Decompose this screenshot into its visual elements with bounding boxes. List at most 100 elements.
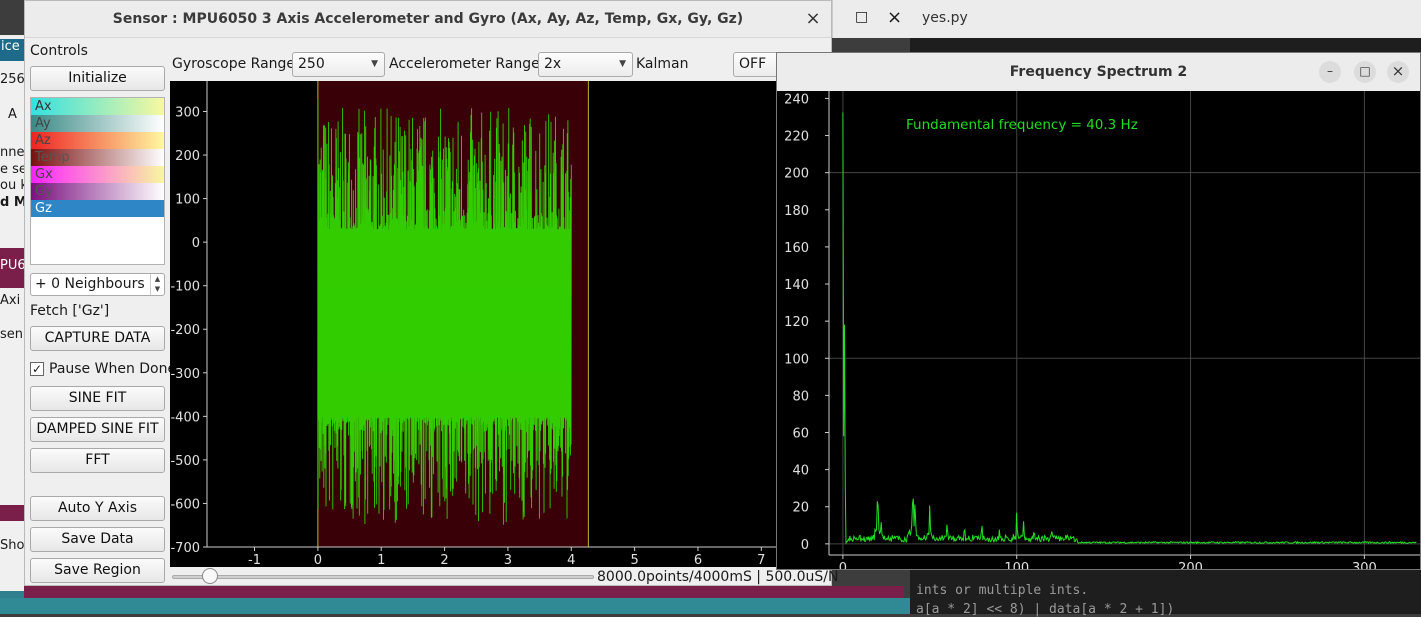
- damped-sine-fit-button[interactable]: DAMPED SINE FIT: [30, 417, 165, 442]
- spin-arrows-icon[interactable]: ▲ ▼: [150, 274, 164, 295]
- y-tick-label: 0: [192, 236, 200, 251]
- y-tick-label: 240: [784, 92, 809, 107]
- code-line: ints or multiple ints.: [916, 583, 1089, 598]
- title-bar[interactable]: Sensor : MPU6050 3 Axis Accelerometer an…: [25, 1, 831, 38]
- y-tick-label: -600: [170, 497, 200, 512]
- fragment-text: PU6: [0, 248, 25, 288]
- fft-button[interactable]: FFT: [30, 448, 165, 473]
- capture-data-button[interactable]: CAPTURE DATA: [30, 326, 165, 351]
- y-tick-label: 160: [784, 241, 809, 256]
- window-title: Sensor : MPU6050 3 Axis Accelerometer an…: [112, 11, 744, 27]
- controls-label: Controls: [30, 43, 88, 59]
- background-window-fragment: ice 256 A nnec e ser ou k d Ma PU6 Axi s…: [0, 35, 25, 614]
- y-tick-label: 0: [801, 538, 809, 553]
- x-tick-label: 3: [504, 553, 512, 567]
- save-region-button[interactable]: Save Region: [30, 558, 165, 583]
- y-tick-label: 100: [784, 352, 809, 367]
- maximize-icon[interactable]: □: [1354, 61, 1376, 83]
- fragment-text: ou k: [0, 178, 25, 193]
- y-tick-label: 100: [175, 193, 200, 208]
- auto-y-axis-button[interactable]: Auto Y Axis: [30, 496, 165, 521]
- fft-plot-svg[interactable]: 0 20 40 60 80 100 120 140 160 180 200 220 240 0 100 200…: [777, 91, 1420, 569]
- channel-item-ay[interactable]: Ay: [31, 115, 164, 132]
- neighbours-value: + 0 Neighbours: [35, 276, 145, 292]
- x-tick-label: 2: [440, 553, 448, 567]
- fragment-text: Axi: [0, 293, 21, 308]
- close-icon[interactable]: ×: [887, 7, 902, 28]
- neighbours-spinbox[interactable]: + 0 Neighbours ▲ ▼: [30, 273, 165, 296]
- accel-range-label: Accelerometer Range: [389, 56, 540, 72]
- close-icon[interactable]: ×: [801, 8, 825, 32]
- gyro-range-label: Gyroscope Range: [172, 56, 296, 72]
- x-tick-label: 0: [839, 561, 847, 569]
- channel-item-gx[interactable]: Gx: [31, 166, 164, 183]
- time-slider-track[interactable]: [172, 575, 594, 579]
- y-tick-label: 80: [792, 389, 809, 404]
- time-series-plot[interactable]: 300 200 100 0 -100 -200 -300 -400 -500 -600 -700 -1…: [170, 81, 831, 568]
- fragment-text: 256: [0, 72, 25, 87]
- maximize-icon[interactable]: □: [855, 9, 868, 25]
- editor-tab-label: yes.py: [922, 10, 968, 26]
- channel-item-gz[interactable]: Gz: [31, 200, 164, 217]
- y-tick-label: 120: [784, 315, 809, 330]
- x-tick-label: 300: [1352, 561, 1377, 569]
- y-tick-label: 140: [784, 278, 809, 293]
- pause-when-done-label: Pause When Done: [49, 361, 170, 377]
- minimize-icon[interactable]: –: [1319, 61, 1341, 83]
- fft-window: Frequency Spectrum 2 – □ × 0 20 40 60 80 100 1…: [776, 52, 1421, 570]
- background-window-controls: □ ×: [832, 0, 912, 38]
- channel-item-az[interactable]: Az: [31, 132, 164, 149]
- y-tick-label: 60: [792, 427, 809, 442]
- spectrum-line: [842, 112, 1417, 545]
- sine-fit-button[interactable]: SINE FIT: [30, 386, 165, 411]
- channel-item-gy[interactable]: Gy: [31, 183, 164, 200]
- status-text: 8000.0points/4000mS | 500.0uS/N: [597, 569, 839, 585]
- y-tick-label: 200: [784, 167, 809, 182]
- time-slider-handle[interactable]: [201, 568, 218, 584]
- fragment-text: e ser: [0, 162, 25, 177]
- y-tick-label: 300: [175, 105, 200, 120]
- chevron-down-icon: ▼: [371, 59, 378, 69]
- title-bar[interactable]: Frequency Spectrum 2 – □ ×: [777, 53, 1420, 91]
- checkbox-checked-icon[interactable]: ✓: [30, 362, 44, 376]
- accel-range-value: 2x: [544, 56, 562, 72]
- fundamental-frequency-annotation: Fundamental frequency = 40.3 Hz: [906, 117, 1138, 133]
- pause-when-done-checkbox[interactable]: ✓ Pause When Done: [30, 361, 170, 381]
- x-tick-label: 4: [567, 553, 575, 567]
- close-icon[interactable]: ×: [1387, 61, 1409, 83]
- y-tick-label: 40: [792, 464, 809, 479]
- channel-item-ax[interactable]: Ax: [31, 98, 164, 115]
- x-tick-label: 100: [1004, 561, 1029, 569]
- y-tick-label: 180: [784, 204, 809, 219]
- channel-list[interactable]: Ax Ay Az Temp Gx Gy Gz: [30, 97, 165, 265]
- fragment-bar: [0, 505, 25, 521]
- kalman-label: Kalman: [636, 56, 689, 72]
- time-series-svg[interactable]: 3002001000-100-200-300-400-500-600-700-1…: [170, 81, 831, 568]
- x-tick-label: 6: [694, 553, 702, 567]
- channel-item-temp[interactable]: Temp: [31, 149, 164, 166]
- initialize-button[interactable]: Initialize: [30, 66, 165, 91]
- editor-tab[interactable]: yes.py: [910, 0, 1421, 38]
- fragment-text: Sho: [0, 538, 25, 553]
- background-window-strip: [0, 598, 910, 614]
- y-tick-label: -200: [170, 323, 200, 338]
- chevron-down-icon: ▼: [619, 59, 626, 69]
- kalman-value: OFF: [739, 56, 767, 72]
- x-tick-label: 5: [630, 553, 638, 567]
- fragment-text: A: [8, 107, 17, 122]
- fragment-text: sen: [0, 327, 24, 342]
- gyro-range-value: 250: [298, 56, 325, 72]
- y-tick-label: -700: [170, 541, 200, 556]
- y-tick-label: 20: [792, 501, 809, 516]
- x-tick-label: -1: [248, 553, 261, 567]
- gz-signal-core: [317, 285, 572, 373]
- accel-range-select[interactable]: 2x ▼: [538, 52, 633, 77]
- save-data-button[interactable]: Save Data: [30, 527, 165, 552]
- code-line: a[a * 2] << 8) | data[a * 2 + 1]): [916, 602, 1175, 617]
- background-window-strip: [24, 586, 904, 598]
- fragment-text: ice: [0, 39, 25, 61]
- x-tick-label: 7: [757, 553, 765, 567]
- y-tick-label: -300: [170, 367, 200, 382]
- gyro-range-select[interactable]: 250 ▼: [292, 52, 385, 77]
- y-tick-label: 200: [175, 149, 200, 164]
